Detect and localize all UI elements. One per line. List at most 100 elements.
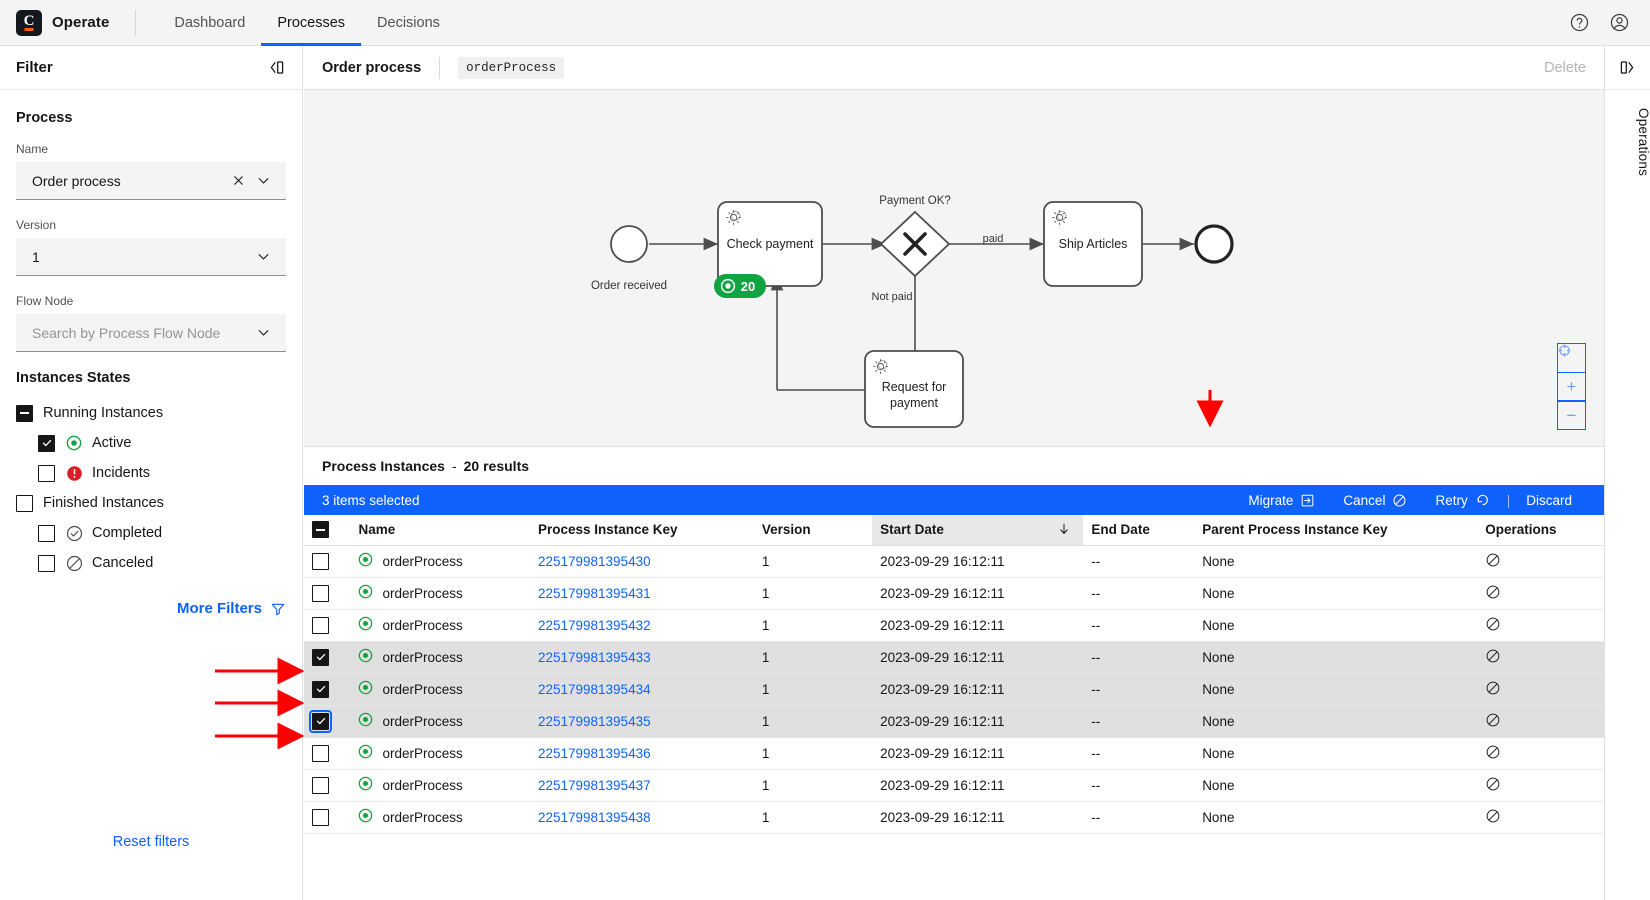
zoom-out-button[interactable]: − xyxy=(1557,401,1586,430)
active-checkbox[interactable] xyxy=(38,435,55,452)
migrate-button[interactable]: Migrate xyxy=(1234,493,1329,508)
filter-panel: Filter Process Name Order process xyxy=(0,46,303,900)
row-225179981395431-checkbox[interactable] xyxy=(312,585,329,602)
process-instance-link[interactable]: 225179981395432 xyxy=(538,618,651,633)
filter-running-instances[interactable]: Running Instances xyxy=(16,398,286,428)
migrate-label: Migrate xyxy=(1248,493,1293,508)
table-row[interactable]: orderProcess22517998139543512023-09-29 1… xyxy=(304,705,1604,737)
flownode-select[interactable]: Search by Process Flow Node xyxy=(16,314,286,352)
col-end-date[interactable]: End Date xyxy=(1083,515,1194,545)
table-row[interactable]: orderProcess22517998139543312023-09-29 1… xyxy=(304,641,1604,673)
row-225179981395432-checkbox[interactable] xyxy=(312,617,329,634)
filter-active[interactable]: Active xyxy=(16,428,286,458)
row-key-cell: 225179981395437 xyxy=(530,769,754,801)
close-icon[interactable] xyxy=(226,173,251,188)
process-instance-link[interactable]: 225179981395436 xyxy=(538,746,651,761)
nav-item-decisions[interactable]: Decisions xyxy=(361,0,456,46)
chevron-down-icon[interactable] xyxy=(251,173,276,188)
nav-item-processes[interactable]: Processes xyxy=(261,0,361,46)
row-end-date-cell: -- xyxy=(1083,673,1194,705)
finished-instances-checkbox[interactable] xyxy=(16,495,33,512)
process-instance-link[interactable]: 225179981395431 xyxy=(538,586,651,601)
filter-canceled[interactable]: Canceled xyxy=(16,548,286,578)
col-start-date[interactable]: Start Date xyxy=(872,515,1083,545)
discard-button[interactable]: Discard xyxy=(1512,493,1586,508)
stop-icon[interactable] xyxy=(1485,584,1501,600)
reset-zoom-button[interactable] xyxy=(1557,343,1586,372)
stop-icon[interactable] xyxy=(1485,808,1501,824)
col-name[interactable]: Name xyxy=(350,515,530,545)
table-row[interactable]: orderProcess22517998139543812023-09-29 1… xyxy=(304,801,1604,833)
process-instance-link[interactable]: 225179981395433 xyxy=(538,650,651,665)
table-row[interactable]: orderProcess22517998139543012023-09-29 1… xyxy=(304,545,1604,577)
process-instance-link[interactable]: 225179981395434 xyxy=(538,682,651,697)
process-instance-link[interactable]: 225179981395435 xyxy=(538,714,651,729)
canceled-checkbox[interactable] xyxy=(38,555,55,572)
process-name-select[interactable]: Order process xyxy=(16,162,286,200)
row-start-date-cell: 2023-09-29 16:12:11 xyxy=(872,641,1083,673)
table-row[interactable]: orderProcess22517998139543112023-09-29 1… xyxy=(304,577,1604,609)
col-version[interactable]: Version xyxy=(754,515,872,545)
row-225179981395435-checkbox[interactable] xyxy=(312,713,329,730)
chevron-down-icon[interactable] xyxy=(251,325,276,340)
row-225179981395430-checkbox[interactable] xyxy=(312,553,329,570)
col-process-instance-key[interactable]: Process Instance Key xyxy=(530,515,754,545)
nav-item-dashboard[interactable]: Dashboard xyxy=(158,0,261,46)
filter-completed[interactable]: Completed xyxy=(16,518,286,548)
collapse-panel-icon[interactable] xyxy=(267,58,286,77)
row-end-date-cell: -- xyxy=(1083,577,1194,609)
stop-icon[interactable] xyxy=(1485,648,1501,664)
retry-button[interactable]: Retry xyxy=(1421,492,1504,508)
filter-incidents[interactable]: Incidents xyxy=(16,458,286,488)
stop-icon[interactable] xyxy=(1485,744,1501,760)
bpmn-active-instance-badge: 20 xyxy=(714,274,766,298)
completed-checkbox[interactable] xyxy=(38,525,55,542)
running-instances-checkbox[interactable] xyxy=(16,405,33,422)
stop-icon[interactable] xyxy=(1485,712,1501,728)
table-row[interactable]: orderProcess22517998139543412023-09-29 1… xyxy=(304,673,1604,705)
col-operations: Operations xyxy=(1477,515,1604,545)
active-icon xyxy=(358,776,373,794)
user-avatar-icon[interactable] xyxy=(1602,6,1636,40)
col-parent-key[interactable]: Parent Process Instance Key xyxy=(1194,515,1477,545)
row-name-cell: orderProcess xyxy=(350,737,530,769)
row-end-date-cell: -- xyxy=(1083,801,1194,833)
bpmn-diagram[interactable]: Order received Check payment 20 xyxy=(304,90,1604,447)
zoom-in-button[interactable]: + xyxy=(1557,372,1586,401)
delete-button[interactable]: Delete xyxy=(1544,60,1586,76)
stop-icon[interactable] xyxy=(1485,552,1501,568)
process-version-select[interactable]: 1 xyxy=(16,238,286,276)
row-225179981395436-checkbox[interactable] xyxy=(312,745,329,762)
stop-icon[interactable] xyxy=(1485,680,1501,696)
stop-icon[interactable] xyxy=(1485,776,1501,792)
stop-icon[interactable] xyxy=(1485,616,1501,632)
help-icon[interactable] xyxy=(1562,6,1596,40)
row-operations-cell xyxy=(1477,641,1604,673)
process-instance-link[interactable]: 225179981395430 xyxy=(538,554,651,569)
incidents-checkbox[interactable] xyxy=(38,465,55,482)
table-row[interactable]: orderProcess22517998139543712023-09-29 1… xyxy=(304,769,1604,801)
expand-panel-icon[interactable] xyxy=(1605,46,1650,90)
svg-text:Request for: Request for xyxy=(882,380,947,394)
process-instance-link[interactable]: 225179981395437 xyxy=(538,778,651,793)
row-225179981395437-checkbox[interactable] xyxy=(312,777,329,794)
chevron-down-icon[interactable] xyxy=(251,249,276,264)
row-225179981395438-checkbox[interactable] xyxy=(312,809,329,826)
more-filters-button[interactable]: More Filters xyxy=(16,600,286,617)
row-225179981395433-checkbox[interactable] xyxy=(312,649,329,666)
row-start-date-cell: 2023-09-29 16:12:11 xyxy=(872,545,1083,577)
table-row[interactable]: orderProcess22517998139543212023-09-29 1… xyxy=(304,609,1604,641)
cancel-button[interactable]: Cancel xyxy=(1329,493,1421,508)
process-name: Order process xyxy=(322,60,421,76)
select-all-checkbox[interactable] xyxy=(312,521,329,538)
operations-panel-label[interactable]: Operations xyxy=(1605,108,1650,176)
row-name: orderProcess xyxy=(382,778,462,793)
table-row[interactable]: orderProcess22517998139543612023-09-29 1… xyxy=(304,737,1604,769)
row-operations-cell xyxy=(1477,769,1604,801)
reset-filters-button[interactable]: Reset filters xyxy=(0,834,302,850)
retry-icon xyxy=(1475,492,1491,508)
svg-text:paid: paid xyxy=(983,233,1004,245)
row-225179981395434-checkbox[interactable] xyxy=(312,681,329,698)
process-instance-link[interactable]: 225179981395438 xyxy=(538,810,651,825)
filter-finished-instances[interactable]: Finished Instances xyxy=(16,488,286,518)
